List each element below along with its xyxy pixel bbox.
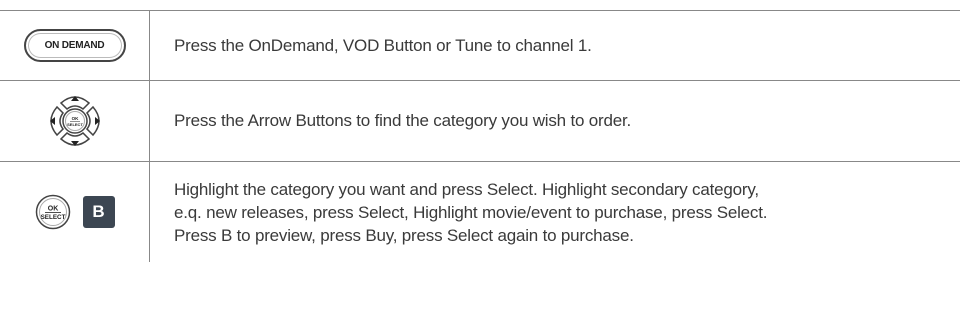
ok-label: OK: [47, 206, 58, 213]
ok-select-label-top: OK: [71, 116, 79, 121]
icon-cell: ON DEMAND: [0, 11, 150, 80]
instruction-text-line: Press B to preview, press Buy, press Sel…: [174, 225, 634, 245]
b-button-label: B: [92, 202, 105, 221]
instruction-text: Press the OnDemand, VOD Button or Tune t…: [174, 35, 592, 55]
arrow-pad-icon: OK SELECT: [49, 96, 100, 146]
on-demand-button-label: ON DEMAND: [44, 40, 105, 51]
icon-cell: OK SELECT B: [0, 162, 150, 262]
instruction-row: OK SELECT Press the Arrow Buttons to fin…: [0, 81, 960, 162]
button-group: OK SELECT B: [35, 194, 115, 230]
instruction-row: OK SELECT B Highlight the category you w…: [0, 162, 960, 262]
select-label: SELECT: [40, 214, 65, 221]
icon-cell: OK SELECT: [0, 81, 150, 161]
instruction-table: ON DEMAND Press the OnDemand, VOD Button…: [0, 10, 960, 262]
on-demand-button-icon: ON DEMAND: [23, 29, 126, 62]
instruction-text-line: Highlight the category you want and pres…: [174, 179, 759, 199]
instruction-text: Highlight the category you want and pres…: [150, 178, 787, 247]
ok-select-label-bottom: SELECT: [67, 122, 83, 127]
instruction-row: ON DEMAND Press the OnDemand, VOD Button…: [0, 11, 960, 81]
instruction-text-line: e.q. new releases, press Select, Highlig…: [174, 202, 768, 222]
b-button-icon: B: [82, 196, 115, 228]
instruction-text: Press the Arrow Buttons to find the cate…: [174, 111, 632, 130]
ok-select-button-icon: OK SELECT: [35, 194, 70, 230]
